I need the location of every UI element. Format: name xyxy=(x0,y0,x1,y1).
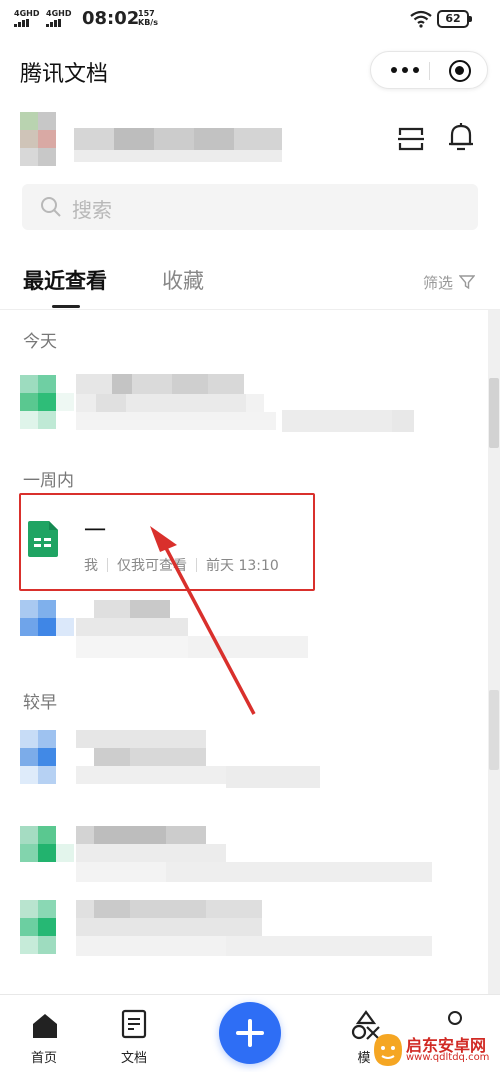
signal-bars-icon xyxy=(14,19,39,27)
tab-recent[interactable]: 最近查看 xyxy=(23,265,107,295)
clock: 08:02 xyxy=(82,8,140,29)
status-bar: 4GHD 4GHD 08:02 157 KB/s 62 xyxy=(0,0,500,40)
close-program-icon[interactable] xyxy=(449,60,471,82)
search-input[interactable]: 搜索 xyxy=(22,184,478,230)
section-earlier: 较早 xyxy=(23,693,57,713)
watermark: 启东安卓网 www.qdltdq.com xyxy=(372,1030,500,1072)
nav-home-label: 首页 xyxy=(30,1051,57,1066)
signal-indicator-1: 4GHD xyxy=(14,10,39,27)
network-speed-value: 157 xyxy=(138,9,155,18)
capsule-divider xyxy=(429,62,430,80)
signal-label-1: 4GHD xyxy=(14,9,40,18)
scrollbar-thumb[interactable] xyxy=(489,378,499,448)
network-speed-unit: KB/s xyxy=(138,18,158,27)
more-options-icon[interactable] xyxy=(387,60,423,80)
network-speed: 157 KB/s xyxy=(138,9,158,27)
signal-label-2: 4GHD xyxy=(46,9,72,18)
home-icon xyxy=(33,1014,57,1038)
section-today: 今天 xyxy=(23,332,57,352)
avatar[interactable] xyxy=(20,112,56,166)
search-icon xyxy=(41,197,61,217)
app-title: 腾讯文档 xyxy=(20,62,109,87)
battery-icon: 62 xyxy=(437,10,472,28)
filter-icon[interactable] xyxy=(459,274,475,290)
signal-bars-icon xyxy=(46,19,71,27)
wifi-icon xyxy=(410,10,432,28)
notification-bell-icon[interactable] xyxy=(448,121,474,153)
document-icon xyxy=(121,1009,147,1039)
watermark-url: www.qdltdq.com xyxy=(406,1052,490,1063)
user-name xyxy=(74,118,282,162)
nav-docs[interactable]: 文档 xyxy=(104,995,164,1072)
profile-icon xyxy=(448,1011,462,1025)
filter-button[interactable]: 筛选 xyxy=(423,272,453,293)
nav-home[interactable]: 首页 xyxy=(14,995,74,1072)
watermark-logo-icon xyxy=(374,1034,402,1066)
scan-icon[interactable] xyxy=(396,125,426,153)
search-placeholder: 搜索 xyxy=(72,198,112,222)
tab-favorites[interactable]: 收藏 xyxy=(162,265,204,295)
signal-indicator-2: 4GHD xyxy=(46,10,71,27)
tabs-divider xyxy=(0,309,500,310)
scrollbar-segment xyxy=(489,690,499,770)
nav-docs-label: 文档 xyxy=(120,1051,147,1066)
scrollbar[interactable] xyxy=(488,310,500,1000)
annotation-highlight-box xyxy=(19,493,315,591)
section-week: 一周内 xyxy=(23,471,74,491)
create-button[interactable] xyxy=(219,1002,281,1064)
mini-program-capsule xyxy=(370,51,488,89)
active-tab-indicator xyxy=(52,305,80,308)
